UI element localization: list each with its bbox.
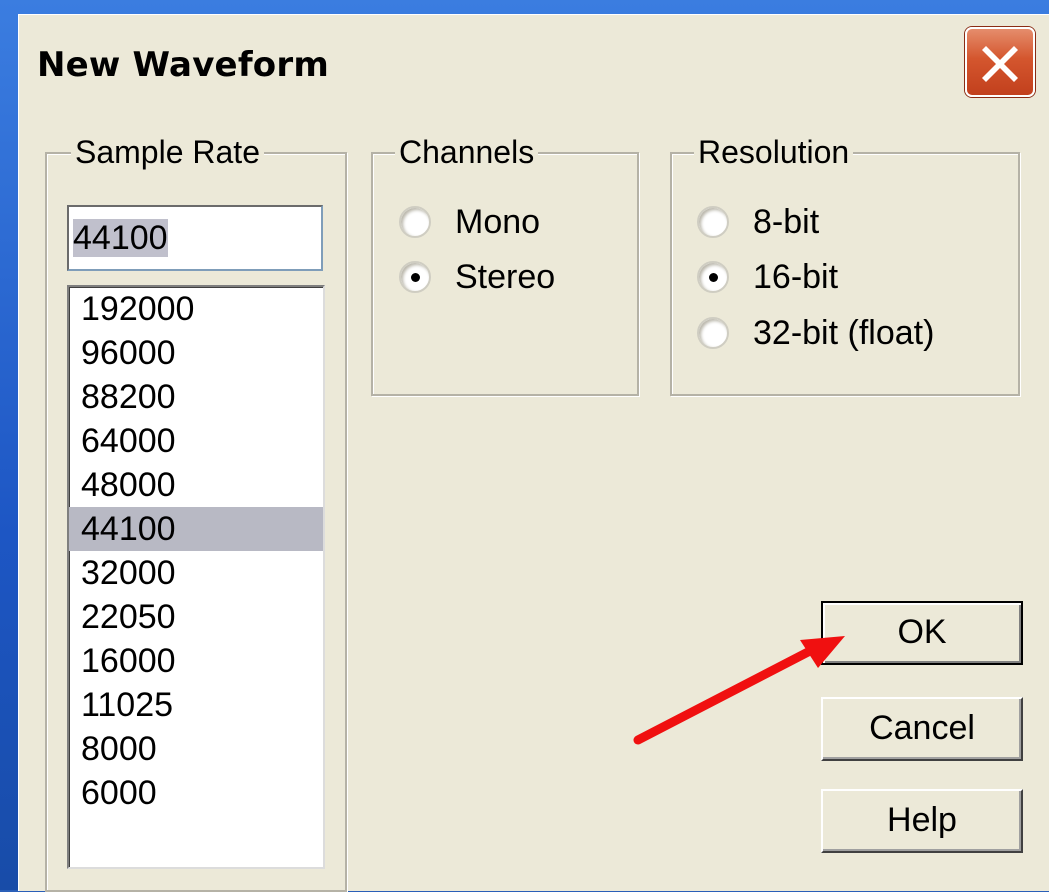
sample-rate-option[interactable]: 96000 bbox=[69, 331, 323, 375]
sample-rate-option[interactable]: 88200 bbox=[69, 375, 323, 419]
sample-rate-option[interactable]: 64000 bbox=[69, 419, 323, 463]
resolution-legend: Resolution bbox=[694, 132, 854, 172]
sample-rate-option[interactable]: 44100 bbox=[69, 507, 323, 551]
radio-16bit[interactable]: 16-bit bbox=[697, 255, 838, 299]
radio-stereo-indicator[interactable] bbox=[399, 261, 431, 293]
dialog-title: New Waveform bbox=[37, 45, 329, 85]
close-button[interactable] bbox=[965, 27, 1035, 97]
radio-8bit-label: 8-bit bbox=[753, 202, 820, 241]
sample-rate-input[interactable]: 44100 bbox=[67, 205, 323, 271]
ok-button[interactable]: OK bbox=[821, 601, 1023, 665]
radio-32bit-float-label: 32-bit (float) bbox=[753, 313, 935, 352]
radio-mono-label: Mono bbox=[455, 202, 541, 241]
sample-rate-option[interactable]: 6000 bbox=[69, 771, 323, 815]
sample-rate-option[interactable]: 16000 bbox=[69, 639, 323, 683]
new-waveform-dialog: New Waveform Sample Rate 44100 192000 960… bbox=[18, 14, 1049, 892]
sample-rate-list[interactable]: 192000 96000 88200 64000 48000 44100 32000 2205… bbox=[67, 285, 325, 869]
title-bar: New Waveform bbox=[19, 15, 1049, 121]
help-button[interactable]: Help bbox=[821, 789, 1023, 853]
radio-stereo[interactable]: Stereo bbox=[399, 255, 555, 299]
channels-legend: Channels bbox=[395, 132, 539, 172]
radio-32bit-float[interactable]: 32-bit (float) bbox=[697, 311, 934, 355]
sample-rate-option[interactable]: 48000 bbox=[69, 463, 323, 507]
radio-stereo-label: Stereo bbox=[455, 257, 556, 296]
radio-32bit-float-indicator[interactable] bbox=[697, 317, 729, 349]
radio-8bit-indicator[interactable] bbox=[697, 206, 729, 238]
sample-rate-option[interactable]: 22050 bbox=[69, 595, 323, 639]
sample-rate-option[interactable]: 8000 bbox=[69, 727, 323, 771]
radio-mono-indicator[interactable] bbox=[399, 206, 431, 238]
radio-16bit-label: 16-bit bbox=[753, 257, 839, 296]
sample-rate-option[interactable]: 11025 bbox=[69, 683, 323, 727]
radio-mono[interactable]: Mono bbox=[399, 200, 540, 244]
radio-16bit-indicator[interactable] bbox=[697, 261, 729, 293]
sample-rate-legend: Sample Rate bbox=[71, 132, 264, 172]
cancel-button[interactable]: Cancel bbox=[821, 697, 1023, 761]
sample-rate-option[interactable]: 192000 bbox=[69, 287, 323, 331]
sample-rate-option[interactable]: 32000 bbox=[69, 551, 323, 595]
close-icon bbox=[982, 46, 1018, 82]
sample-rate-input-value: 44100 bbox=[73, 219, 168, 257]
radio-8bit[interactable]: 8-bit bbox=[697, 200, 819, 244]
